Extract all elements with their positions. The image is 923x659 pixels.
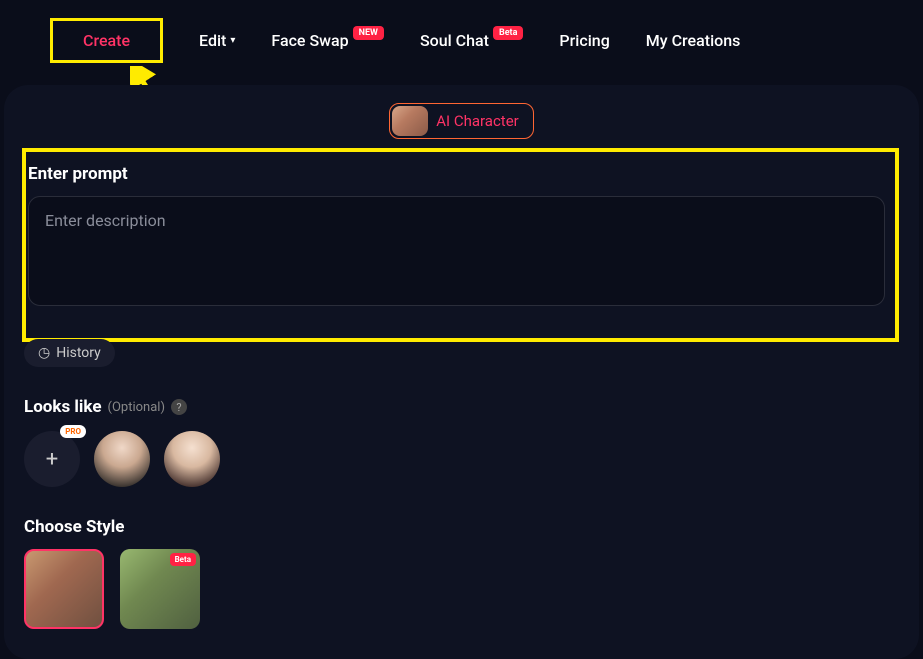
nav-pricing[interactable]: Pricing bbox=[559, 31, 609, 50]
face-option-2[interactable] bbox=[164, 431, 220, 487]
ai-character-avatar-icon bbox=[392, 106, 428, 136]
choose-style-section: Choose Style Beta bbox=[24, 517, 899, 629]
main-card: AI Character Enter prompt ◷ History Look… bbox=[4, 85, 919, 659]
new-badge: NEW bbox=[353, 26, 384, 40]
nav-my-creations[interactable]: My Creations bbox=[646, 31, 741, 50]
ai-character-chip[interactable]: AI Character bbox=[389, 103, 534, 139]
nav-soul-chat[interactable]: Soul Chat Beta bbox=[420, 31, 523, 50]
add-face-button[interactable]: + PRO bbox=[24, 431, 80, 487]
history-label: History bbox=[56, 345, 101, 361]
style-option-2[interactable]: Beta bbox=[120, 549, 200, 629]
style-option-1[interactable] bbox=[24, 549, 104, 629]
nav-face-swap[interactable]: Face Swap NEW bbox=[271, 31, 384, 50]
choose-style-title: Choose Style bbox=[24, 517, 899, 537]
pro-badge: PRO bbox=[60, 425, 86, 438]
navbar: Create Edit ▾ Face Swap NEW Soul Chat Be… bbox=[0, 0, 923, 81]
nav-edit[interactable]: Edit ▾ bbox=[199, 31, 235, 50]
prompt-highlight-box: Enter prompt bbox=[22, 148, 899, 342]
looks-like-section: Looks like (Optional) ? + PRO bbox=[24, 397, 899, 487]
nav-soul-chat-label: Soul Chat bbox=[420, 31, 489, 50]
looks-like-optional: (Optional) bbox=[108, 400, 165, 415]
nav-edit-label: Edit bbox=[199, 31, 226, 50]
plus-icon: + bbox=[46, 447, 58, 472]
face-option-1[interactable] bbox=[94, 431, 150, 487]
style-beta-badge: Beta bbox=[170, 553, 196, 566]
ai-character-label: AI Character bbox=[436, 112, 519, 130]
prompt-input[interactable] bbox=[28, 196, 885, 306]
nav-create[interactable]: Create bbox=[50, 18, 163, 63]
beta-badge: Beta bbox=[493, 26, 523, 40]
help-icon[interactable]: ? bbox=[171, 399, 187, 415]
looks-like-title: Looks like bbox=[24, 397, 102, 417]
chevron-down-icon: ▾ bbox=[230, 35, 235, 46]
nav-face-swap-label: Face Swap bbox=[271, 31, 348, 50]
clock-icon: ◷ bbox=[38, 345, 50, 361]
history-button[interactable]: ◷ History bbox=[24, 339, 115, 367]
prompt-title: Enter prompt bbox=[28, 164, 885, 184]
